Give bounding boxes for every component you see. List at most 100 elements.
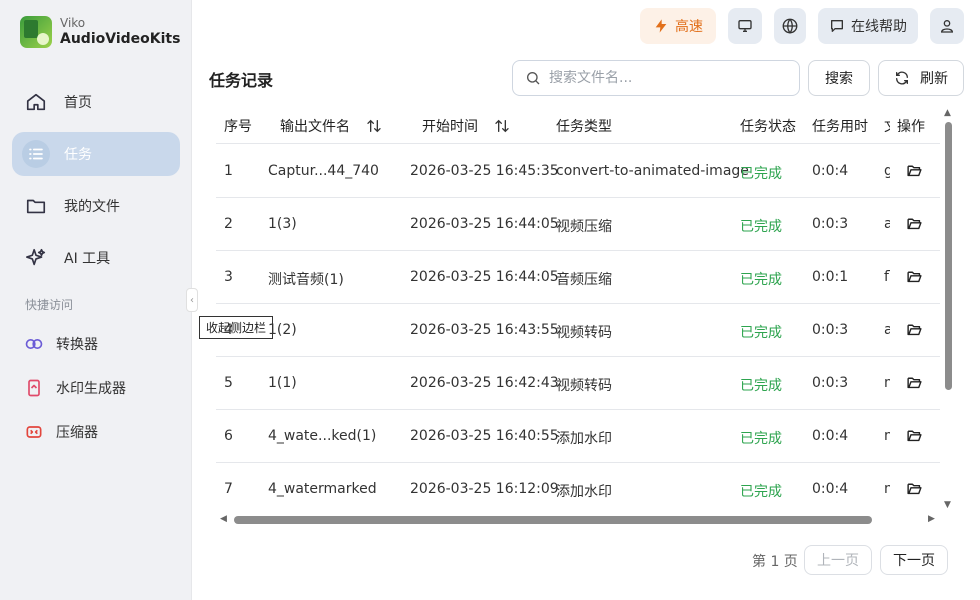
- nav-label-tasks: 任务: [64, 147, 92, 163]
- brand-sub: Viko: [60, 16, 86, 31]
- cell-task-type: 视频转码: [556, 325, 612, 341]
- cell-no: 5: [224, 375, 233, 391]
- speed-label: 高速: [675, 19, 703, 35]
- user-button[interactable]: [930, 8, 964, 44]
- search-box: [512, 60, 800, 96]
- cell-task-type: convert-to-animated-image: [556, 163, 749, 179]
- cell-task-type: 音频压缩: [556, 272, 612, 288]
- scroll-down-arrow[interactable]: ▼: [944, 500, 951, 510]
- folder-icon: [24, 194, 48, 218]
- compressor-icon: [24, 422, 44, 442]
- table-row[interactable]: 3 测试音频(1) 2026-03-25 16:44:05 音频压缩 已完成 0:0:1 f…: [216, 251, 940, 304]
- page-title: 任务记录: [209, 71, 274, 90]
- quick-item-compressor[interactable]: 压缩器: [24, 422, 98, 442]
- brand: Viko AudioVideoKits: [20, 16, 180, 48]
- table-row[interactable]: 7 4_watermarked 2026-03-25 16:12:09 添加水印 已完成…: [216, 463, 940, 514]
- search-icon: [525, 70, 541, 86]
- refresh-label: 刷新: [920, 71, 948, 87]
- cell-filename: 4_wate...ked(1): [268, 428, 377, 444]
- vertical-scroll-thumb[interactable]: [945, 122, 952, 390]
- speed-button[interactable]: 高速: [640, 8, 716, 44]
- lightning-icon: [653, 18, 669, 34]
- open-folder-icon[interactable]: [906, 321, 923, 342]
- open-folder-icon[interactable]: [906, 215, 923, 236]
- scroll-left-arrow[interactable]: ◀: [220, 514, 227, 524]
- quick-item-converter[interactable]: 转换器: [24, 334, 98, 354]
- col-header-filename[interactable]: 输出文件名: [280, 116, 382, 136]
- cell-duration: 0:0:4: [812, 481, 849, 497]
- prev-page-button[interactable]: 上一页: [804, 545, 872, 575]
- next-page-button[interactable]: 下一页: [880, 545, 948, 575]
- cell-duration: 0:0:3: [812, 216, 849, 232]
- col-header-status: 任务状态: [740, 119, 796, 135]
- monitor-icon: [737, 18, 753, 34]
- open-folder-icon[interactable]: [906, 427, 923, 448]
- search-input[interactable]: [549, 70, 779, 86]
- cell-start-time: 2026-03-25 16:45:35: [410, 163, 559, 179]
- cell-file-type: g: [884, 163, 890, 179]
- table-header: 序号 输出文件名 开始时间 任务类型 任务状态 任务用时 文 操作: [216, 104, 940, 144]
- open-folder-icon[interactable]: [906, 374, 923, 395]
- cell-task-type: 添加水印: [556, 484, 612, 500]
- refresh-icon: [894, 70, 910, 86]
- collapse-sidebar-handle[interactable]: ‹: [186, 288, 198, 312]
- cell-filename: 1(2): [268, 322, 297, 338]
- open-folder-icon[interactable]: [906, 268, 923, 289]
- cell-task-type: 添加水印: [556, 431, 612, 447]
- sort-icon[interactable]: [366, 118, 382, 134]
- cell-filename: Captur...44_740: [268, 163, 379, 179]
- cell-duration: 0:0:3: [812, 322, 849, 338]
- quick-item-watermark[interactable]: 水印生成器: [24, 378, 126, 398]
- nav-item-ai-tools[interactable]: AI 工具: [12, 236, 180, 280]
- table-row[interactable]: 5 1(1) 2026-03-25 16:42:43视频转码 已完成 0:0:3 m: [216, 357, 940, 410]
- online-help-button[interactable]: 在线帮助: [818, 8, 918, 44]
- task-table: 序号 输出文件名 开始时间 任务类型 任务状态 任务用时 文 操作 1 Captu…: [216, 104, 940, 514]
- nav-item-home[interactable]: 首页: [12, 80, 180, 124]
- cell-status: 已完成: [740, 219, 782, 235]
- col-header-start-time[interactable]: 开始时间: [422, 116, 510, 136]
- col-header-task-type: 任务类型: [556, 119, 612, 135]
- cell-no: 6: [224, 428, 233, 444]
- col-header-no: 序号: [224, 119, 252, 135]
- col-header-duration: 任务用时: [812, 119, 868, 135]
- table-row[interactable]: 6 4_wate...ked(1) 2026-03-25 16:40:55 添加水印 已…: [216, 410, 940, 463]
- desktop-button[interactable]: [728, 8, 762, 44]
- cell-file-type: m: [884, 481, 890, 497]
- open-folder-icon[interactable]: [906, 162, 923, 183]
- cell-start-time: 2026-03-25 16:40:55: [410, 428, 559, 444]
- cell-duration: 0:0:3: [812, 375, 849, 391]
- sidebar: Viko AudioVideoKits 首页 任务 我的文件 AI 工具 快捷访…: [0, 0, 192, 600]
- list-icon: [22, 140, 50, 168]
- cell-task-type: 视频转码: [556, 378, 612, 394]
- watermark-icon: [24, 378, 44, 398]
- cell-no: 4: [224, 322, 233, 338]
- cell-status: 已完成: [740, 272, 782, 288]
- chat-icon: [829, 18, 845, 34]
- table-row[interactable]: 4 1(2) 2026-03-25 16:43:55 视频转码 已完成 0:0:3 a: [216, 304, 940, 357]
- table-row[interactable]: 1 Captur...44_740 2026-03-25 16:45:35 conve…: [216, 145, 940, 198]
- cell-start-time: 2026-03-25 16:44:05: [410, 216, 559, 232]
- search-button[interactable]: 搜索: [808, 60, 870, 96]
- scroll-right-arrow[interactable]: ▶: [928, 514, 935, 524]
- nav-label-ai-tools: AI 工具: [64, 251, 111, 267]
- quick-access-label: 快捷访问: [25, 298, 74, 312]
- open-folder-icon[interactable]: [906, 480, 923, 501]
- scroll-up-arrow[interactable]: ▲: [944, 108, 951, 118]
- refresh-button[interactable]: 刷新: [878, 60, 964, 96]
- col-header-actions: 操作: [897, 119, 925, 135]
- online-help-label: 在线帮助: [851, 19, 907, 35]
- col-header-start-time-label: 开始时间: [422, 119, 478, 135]
- converter-icon: [24, 334, 44, 354]
- cell-filename: 1(1): [268, 375, 297, 391]
- cell-filename: 1(3): [268, 216, 297, 232]
- cell-duration: 0:0:4: [812, 428, 849, 444]
- app-logo: [20, 16, 52, 48]
- globe-icon: [781, 17, 799, 35]
- table-row[interactable]: 2 1(3) 2026-03-25 16:44:05 视频压缩 已完成 0:0:3 a: [216, 198, 940, 251]
- nav-item-tasks[interactable]: 任务: [12, 132, 180, 176]
- horizontal-scroll-thumb[interactable]: [234, 516, 872, 524]
- nav-item-my-files[interactable]: 我的文件: [12, 184, 180, 228]
- cell-start-time: 2026-03-25 16:42:43: [410, 375, 559, 391]
- sort-icon[interactable]: [494, 118, 510, 134]
- language-button[interactable]: [774, 8, 806, 44]
